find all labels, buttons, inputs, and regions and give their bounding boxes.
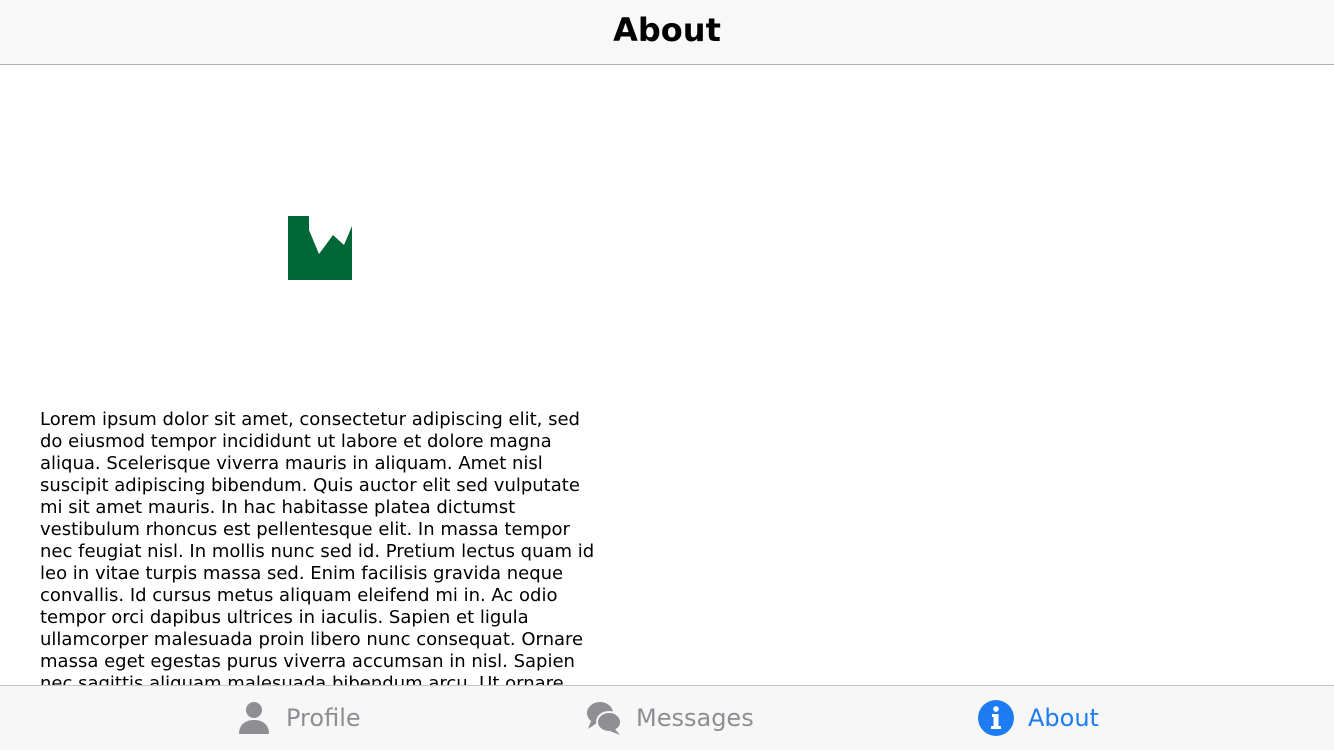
tab-bar: Profile Messages About xyxy=(0,685,1334,750)
page-title: About xyxy=(613,11,721,49)
info-icon xyxy=(978,700,1014,736)
chat-bubbles-icon xyxy=(587,702,622,735)
about-body-text: Lorem ipsum dolor sit amet, consectetur … xyxy=(40,409,595,685)
screen: About Lorem ipsum dolor sit amet, consec… xyxy=(0,0,1334,750)
tab-profile-label: Profile xyxy=(286,704,361,732)
tab-messages-label: Messages xyxy=(636,704,754,732)
about-content[interactable]: Lorem ipsum dolor sit amet, consectetur … xyxy=(0,65,1334,685)
person-icon xyxy=(239,702,269,734)
tab-about[interactable]: About xyxy=(978,686,1099,750)
navigation-bar: About xyxy=(0,0,1334,65)
tab-profile[interactable]: Profile xyxy=(236,686,361,750)
rw-logo-icon xyxy=(288,216,352,280)
tab-messages[interactable]: Messages xyxy=(586,686,754,750)
tab-about-label: About xyxy=(1028,704,1099,732)
